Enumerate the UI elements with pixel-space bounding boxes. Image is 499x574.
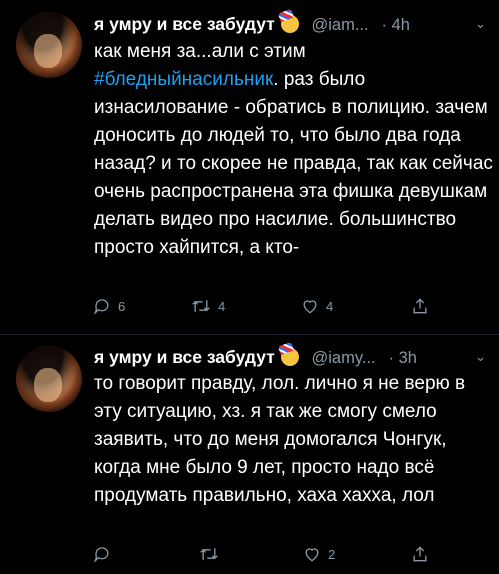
emoji-icon [280,348,299,366]
like-icon [305,548,319,562]
like-count: 4 [326,298,334,314]
share-icon [413,298,427,314]
timestamp[interactable]: · 3h [389,349,417,367]
avatar[interactable] [16,346,82,412]
tweet-actions: 6 4 4 [92,296,452,318]
share-button[interactable] [410,544,430,564]
retweet-icon [192,300,210,312]
tweet-header: я умру и все забудут @iam... · 4h [94,13,410,36]
handle[interactable]: @iam... [312,16,369,34]
reply-icon [94,299,109,315]
reply-button[interactable]: 6 [92,296,125,316]
display-name[interactable]: я умру и все забудут [94,347,275,367]
tweet-text: как меня за...али с этим #бледныйнасильн… [94,41,493,258]
timestamp[interactable]: · 4h [381,16,409,34]
handle[interactable]: @iamy... [312,349,376,367]
reply-count: 6 [118,298,126,314]
like-count: 2 [328,546,336,562]
display-name[interactable]: я умру и все забудут [94,14,275,34]
share-icon [413,546,427,562]
divider [0,334,499,335]
retweet-button[interactable]: 4 [190,296,225,316]
retweet-button[interactable] [198,544,226,564]
retweet-count: 4 [218,298,226,314]
tweet-text: то говорит правду, лол. лично я не верю … [94,373,466,506]
hashtag-link[interactable]: #бледныйнасильник [94,69,273,90]
reply-button[interactable] [92,544,118,564]
tweet-actions: 2 [92,544,452,566]
tweet-header: я умру и все забудут @iamy... · 3h [94,346,417,369]
like-button[interactable]: 4 [300,296,333,316]
share-button[interactable] [410,296,430,316]
chevron-down-icon[interactable]: ⌄ [475,16,486,32]
retweet-icon [200,548,218,560]
like-button[interactable]: 2 [302,544,335,564]
avatar[interactable] [16,12,82,78]
like-icon [303,300,317,314]
reply-icon [94,547,109,563]
emoji-icon [280,15,299,33]
chevron-down-icon[interactable]: ⌄ [475,349,486,365]
